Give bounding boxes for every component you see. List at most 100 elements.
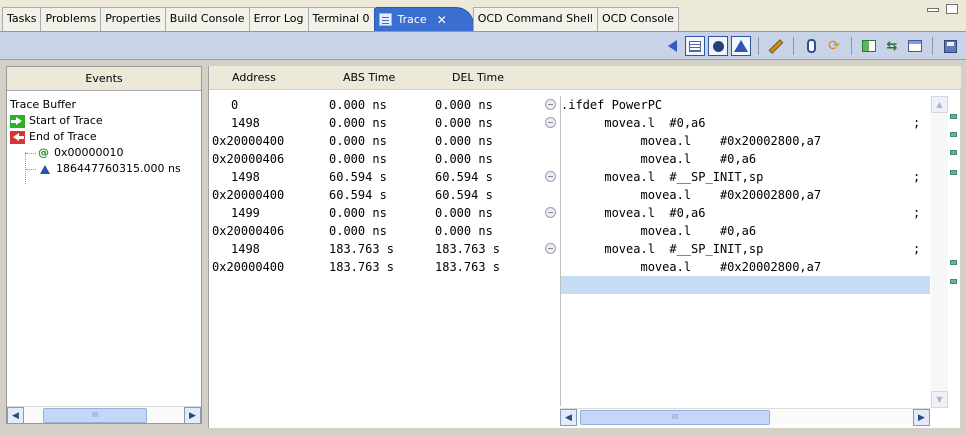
column-header-del-time[interactable]: DEL Time (452, 66, 504, 90)
tree-item-label: 0x00000010 (54, 146, 124, 159)
source-line[interactable]: movea.l #0,a6 (561, 222, 930, 240)
sync-button[interactable]: ⇆ (882, 36, 902, 56)
scroll-left-icon[interactable]: ◀ (7, 407, 24, 424)
scroll-right-icon[interactable]: ▶ (184, 407, 201, 424)
scroll-left-icon[interactable]: ◀ (560, 409, 577, 426)
save-button[interactable] (940, 36, 960, 56)
address-icon: @ (38, 146, 49, 159)
close-icon[interactable]: ✕ (437, 9, 447, 31)
table-row[interactable]: 0x20000400 60.594 s 60.594 s (209, 186, 559, 204)
table-row[interactable]: 1498 60.594 s 60.594 s − (209, 168, 559, 186)
tab-properties[interactable]: Properties (100, 7, 166, 31)
trace-rows: 0 0.000 ns 0.000 ns − 1498 0.000 ns 0.000 ns −… (209, 96, 559, 276)
window-button[interactable] (905, 36, 925, 56)
source-line[interactable]: movea.l #0,a6; (561, 204, 930, 222)
tab-trace[interactable]: Trace ✕ (373, 7, 474, 31)
source-line[interactable]: movea.l #0x20002800,a7 (561, 132, 930, 150)
source-line[interactable]: movea.l #__SP_INIT,sp; (561, 168, 930, 186)
tab-terminal-0[interactable]: Terminal 0 (307, 7, 375, 31)
column-header-abs-time[interactable]: ABS Time (343, 66, 395, 90)
source-line[interactable]: movea.l #0,a6; (561, 114, 930, 132)
tree-item-time[interactable]: 186447760315.000 ns (8, 161, 200, 177)
source-horizontal-scrollbar[interactable]: ◀ III ▶ (560, 408, 930, 426)
filter-button[interactable] (731, 36, 751, 56)
table-row[interactable]: 0x20000400 183.763 s 183.763 s (209, 258, 559, 276)
change-marker[interactable] (950, 279, 957, 284)
source-line[interactable]: movea.l #0x20002800,a7 (561, 258, 930, 276)
record-button[interactable] (708, 36, 728, 56)
table-row[interactable]: 1498 183.763 s 183.763 s − (209, 240, 559, 258)
address-cell: 1499 (231, 206, 260, 220)
memory-button[interactable] (801, 36, 821, 56)
back-button[interactable] (662, 36, 682, 56)
tab-tasks[interactable]: Tasks (2, 7, 42, 31)
arrows-icon: ⇆ (886, 38, 898, 54)
table-row[interactable]: 0x20000406 0.000 ns 0.000 ns (209, 222, 559, 240)
split-view-button[interactable] (859, 36, 879, 56)
source-comment-marker: ; (913, 206, 921, 220)
source-line[interactable]: movea.l #0,a6 (561, 150, 930, 168)
tab-build-console[interactable]: Build Console (164, 7, 250, 31)
tree-item-start-of-trace[interactable]: Start of Trace (8, 113, 200, 129)
tab-trace-label: Trace (397, 12, 427, 26)
del-time-cell: 183.763 s (435, 242, 501, 256)
del-time-cell: 0.000 ns (435, 206, 493, 220)
edit-button[interactable] (766, 36, 786, 56)
maximize-icon[interactable] (946, 4, 958, 14)
minimize-icon[interactable] (927, 8, 939, 12)
tab-problems[interactable]: Problems (40, 7, 102, 31)
source-code-panel: .ifdef PowerPC movea.l #0,a6; movea.l #0… (560, 96, 930, 406)
address-cell: 0x20000400 (212, 260, 285, 274)
table-row[interactable]: 1498 0.000 ns 0.000 ns − (209, 114, 559, 132)
view-tab-bar: Tasks Problems Properties Build Console … (0, 0, 966, 32)
collapse-icon[interactable]: − (545, 99, 556, 110)
tab-error-log[interactable]: Error Log (248, 7, 309, 31)
tab-ocd-command-shell[interactable]: OCD Command Shell (472, 7, 598, 31)
tab-ocd-console[interactable]: OCD Console (596, 7, 679, 31)
events-horizontal-scrollbar[interactable]: ◀ III ▶ (7, 406, 201, 424)
abs-time-cell: 0.000 ns (329, 206, 387, 220)
collapse-icon[interactable]: − (545, 207, 556, 218)
toolbar-separator (758, 37, 759, 55)
refresh-button[interactable]: ⟳ (824, 36, 844, 56)
toolbar-separator (851, 37, 852, 55)
toolbar-separator (932, 37, 933, 55)
source-vertical-scrollbar[interactable]: ▲ ▼ (931, 96, 948, 408)
change-marker[interactable] (950, 150, 957, 155)
overview-ruler (950, 114, 958, 414)
del-time-cell: 60.594 s (435, 170, 493, 184)
selected-source-line[interactable] (561, 276, 930, 294)
change-marker[interactable] (950, 114, 957, 119)
source-line[interactable]: movea.l #__SP_INIT,sp; (561, 240, 930, 258)
tree-item-address[interactable]: @ 0x00000010 (8, 145, 200, 161)
change-marker[interactable] (950, 170, 957, 175)
cylinder-icon (806, 39, 816, 53)
table-row[interactable]: 0x20000400 0.000 ns 0.000 ns (209, 132, 559, 150)
scroll-up-icon[interactable]: ▲ (931, 96, 948, 113)
scrollbar-thumb[interactable]: III (43, 408, 147, 423)
list-view-button[interactable] (685, 36, 705, 56)
column-header-address[interactable]: Address (232, 66, 276, 90)
table-row[interactable]: 0 0.000 ns 0.000 ns − (209, 96, 559, 114)
events-header[interactable]: Events (7, 67, 201, 91)
address-cell: 0x20000400 (212, 188, 285, 202)
scrollbar-thumb[interactable]: III (580, 410, 770, 425)
change-marker[interactable] (950, 260, 957, 265)
scroll-right-icon[interactable]: ▶ (913, 409, 930, 426)
address-cell: 1498 (231, 116, 260, 130)
tree-item-trace-buffer[interactable]: Trace Buffer (8, 97, 200, 113)
table-row[interactable]: 1499 0.000 ns 0.000 ns − (209, 204, 559, 222)
change-marker[interactable] (950, 132, 957, 137)
scroll-down-icon[interactable]: ▼ (931, 391, 948, 408)
tree-item-label: Start of Trace (29, 114, 103, 127)
collapse-icon[interactable]: − (545, 171, 556, 182)
collapse-icon[interactable]: − (545, 243, 556, 254)
source-text: movea.l #0x20002800,a7 (561, 134, 822, 148)
tree-item-end-of-trace[interactable]: End of Trace (8, 129, 200, 145)
collapse-icon[interactable]: − (545, 117, 556, 128)
source-line[interactable]: movea.l #0x20002800,a7 (561, 186, 930, 204)
table-row[interactable]: 0x20000406 0.000 ns 0.000 ns (209, 150, 559, 168)
source-line[interactable]: .ifdef PowerPC (561, 96, 930, 114)
abs-time-cell: 0.000 ns (329, 134, 387, 148)
trace-content: Events Trace Buffer Start of Trace End o… (0, 60, 966, 435)
